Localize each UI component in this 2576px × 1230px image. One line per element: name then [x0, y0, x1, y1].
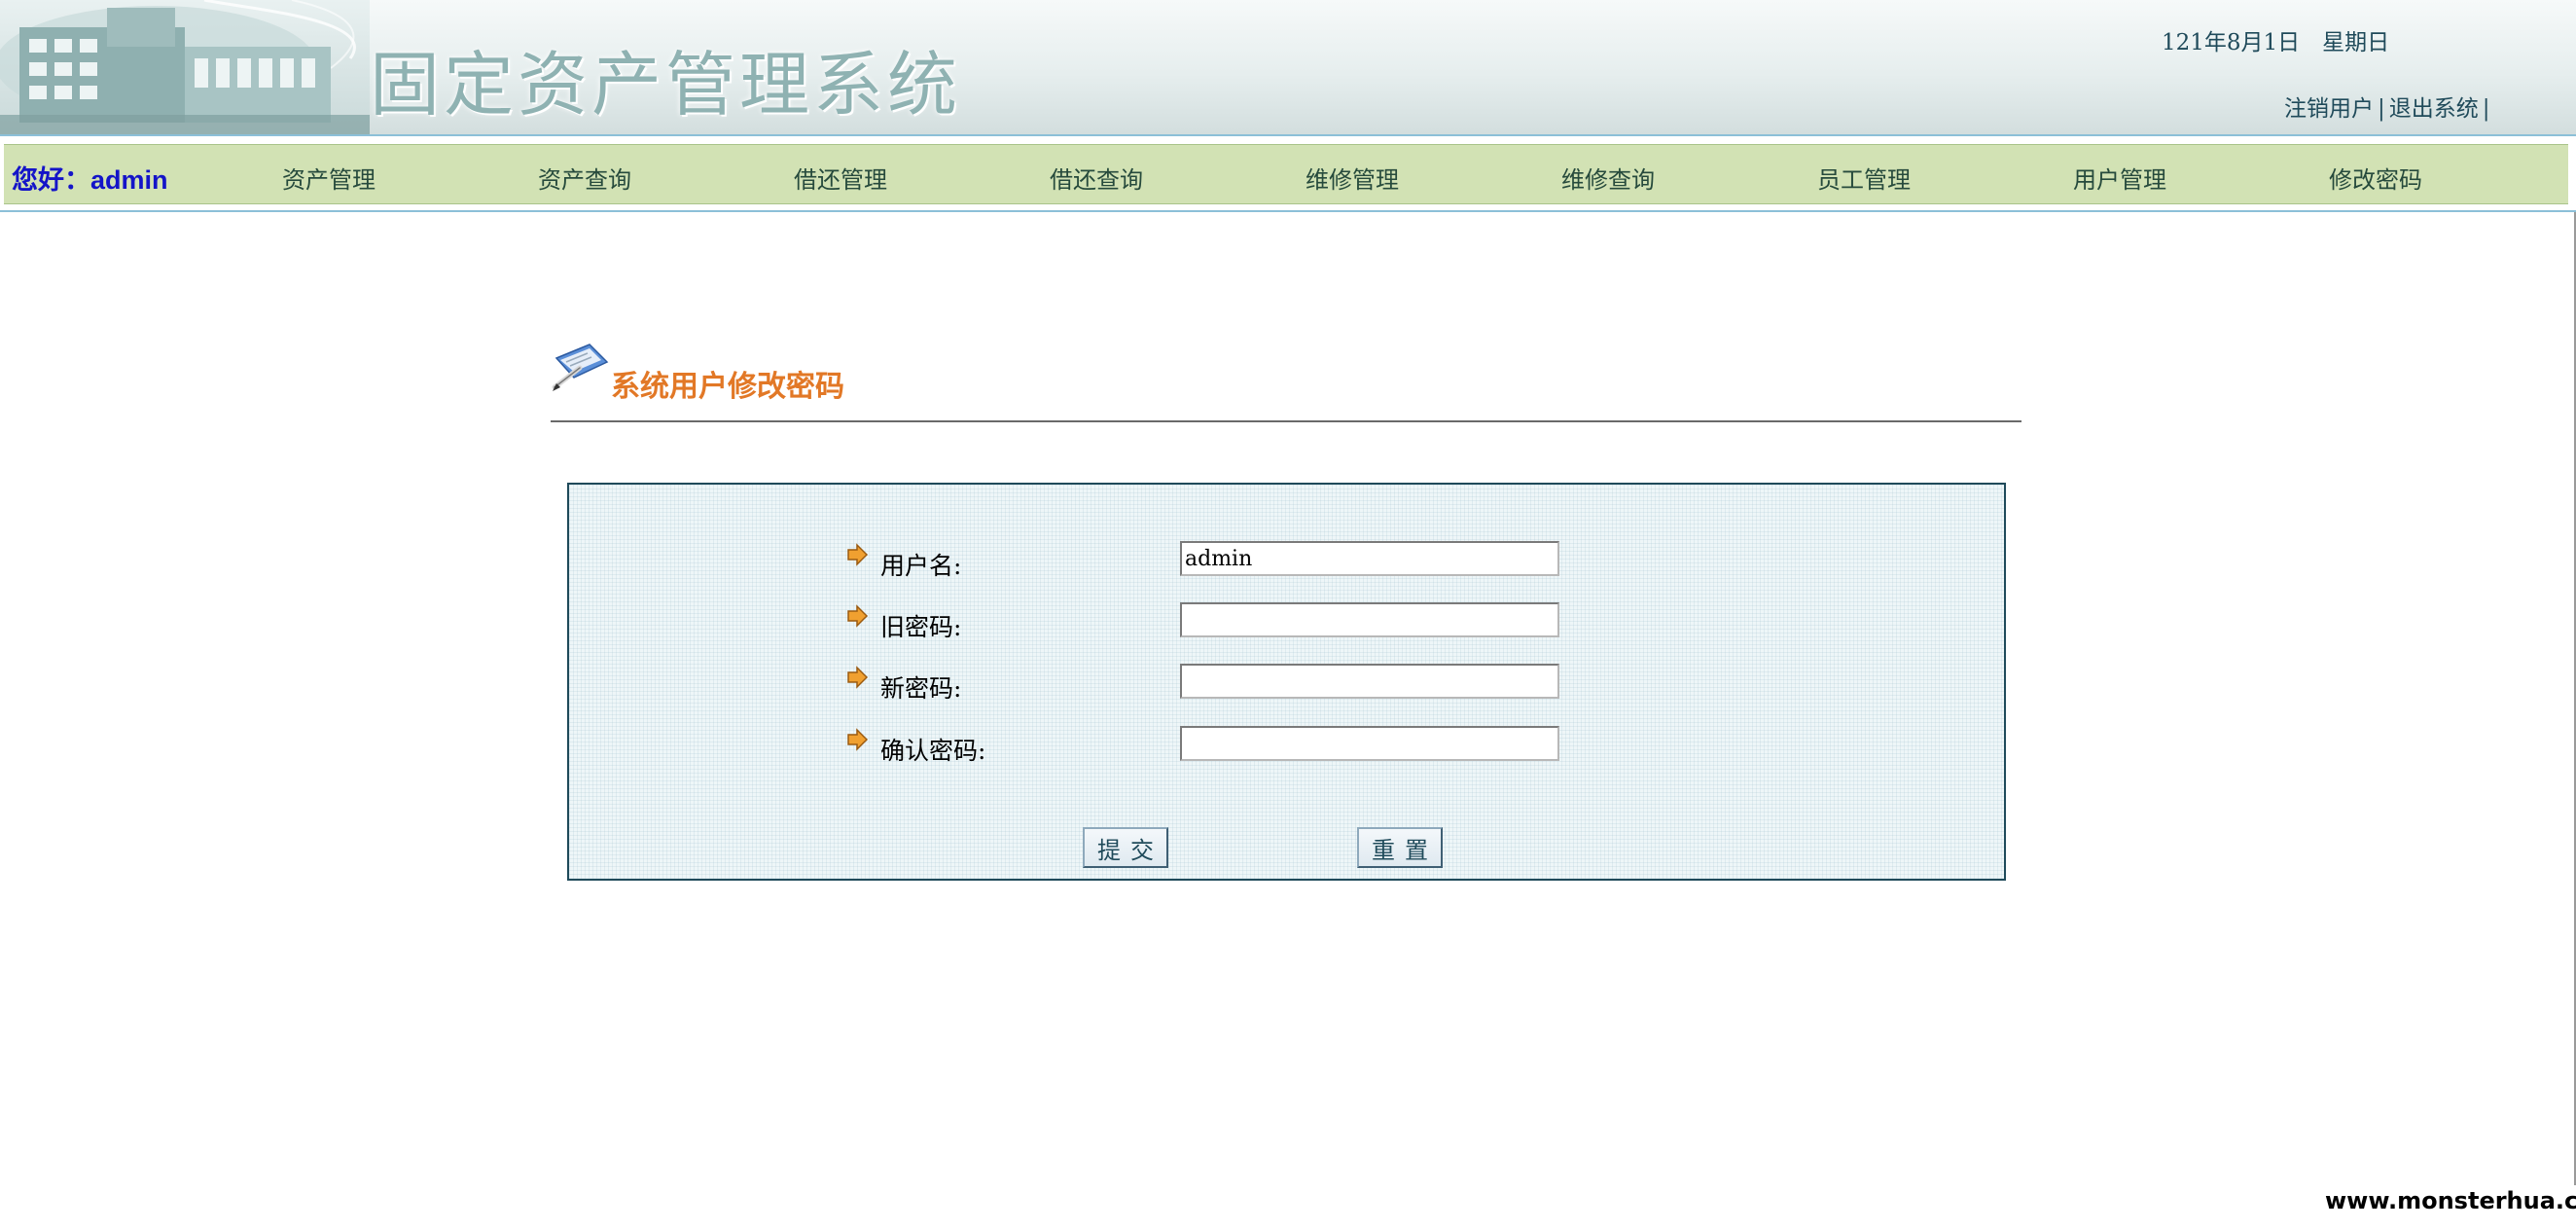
- nav-item-repair-query[interactable]: 维修查询: [1561, 161, 1655, 195]
- form-row-new-password: 新密码:: [569, 664, 2004, 703]
- username-input[interactable]: [1180, 541, 1559, 576]
- form-row-username: 用户名:: [569, 541, 2004, 580]
- reset-button[interactable]: 重置: [1357, 827, 1443, 868]
- old-password-label: 旧密码:: [880, 613, 962, 641]
- exit-system-link[interactable]: 退出系统: [2389, 96, 2479, 122]
- arrow-right-icon: [847, 604, 869, 628]
- header-banner: 固定资产管理系统 121年8月1日 星期日 注销用户 | 退出系统 |: [0, 0, 2576, 134]
- header-links: 注销用户 | 退出系统 |: [2284, 90, 2494, 123]
- logout-user-link[interactable]: 注销用户: [2284, 96, 2374, 122]
- confirm-password-input[interactable]: [1180, 726, 1559, 761]
- nav-item-borrow-management[interactable]: 借还管理: [794, 161, 887, 195]
- change-password-form: 用户名: 旧密码: 新密码: 确认密码: 提交 重置: [567, 483, 2006, 881]
- arrow-right-icon: [847, 728, 869, 751]
- arrow-right-icon: [847, 666, 869, 689]
- new-password-input[interactable]: [1180, 664, 1559, 699]
- form-row-old-password: 旧密码:: [569, 602, 2004, 641]
- nav-item-asset-query[interactable]: 资产查询: [538, 161, 631, 195]
- nav-item-change-password[interactable]: 修改密码: [2329, 161, 2422, 195]
- nav-item-user-management[interactable]: 用户管理: [2073, 161, 2166, 195]
- link-separator: |: [2378, 96, 2385, 122]
- submit-button[interactable]: 提交: [1083, 827, 1168, 868]
- form-row-confirm-password: 确认密码:: [569, 726, 2004, 765]
- new-password-label: 新密码:: [880, 674, 962, 703]
- system-title: 固定资产管理系统: [370, 44, 962, 126]
- nav-item-asset-management[interactable]: 资产管理: [282, 161, 376, 195]
- header-date: 121年8月1日 星期日: [2162, 30, 2390, 55]
- nav-item-borrow-query[interactable]: 借还查询: [1050, 161, 1143, 195]
- confirm-password-label: 确认密码:: [880, 737, 986, 765]
- main-nav: 您好：admin 资产管理 资产查询 借还管理 借还查询 维修管理 维修查询 员…: [4, 144, 2568, 204]
- building-logo-image: [0, 0, 370, 134]
- nav-bar-frame: 您好：admin 资产管理 资产查询 借还管理 借还查询 维修管理 维修查询 员…: [0, 134, 2576, 212]
- heading-divider: [551, 420, 2021, 422]
- document-edit-icon: [552, 344, 609, 391]
- nav-item-repair-management[interactable]: 维修管理: [1306, 161, 1399, 195]
- nav-item-employee-management[interactable]: 员工管理: [1817, 161, 1911, 195]
- username-label: 用户名:: [880, 552, 962, 580]
- user-greeting: 您好：admin: [12, 165, 168, 195]
- arrow-right-icon: [847, 543, 869, 566]
- old-password-input[interactable]: [1180, 602, 1559, 637]
- link-separator: |: [2482, 96, 2490, 122]
- watermark: www.monsterhua.com: [2325, 1187, 2576, 1214]
- page-heading: 系统用户修改密码: [611, 370, 844, 404]
